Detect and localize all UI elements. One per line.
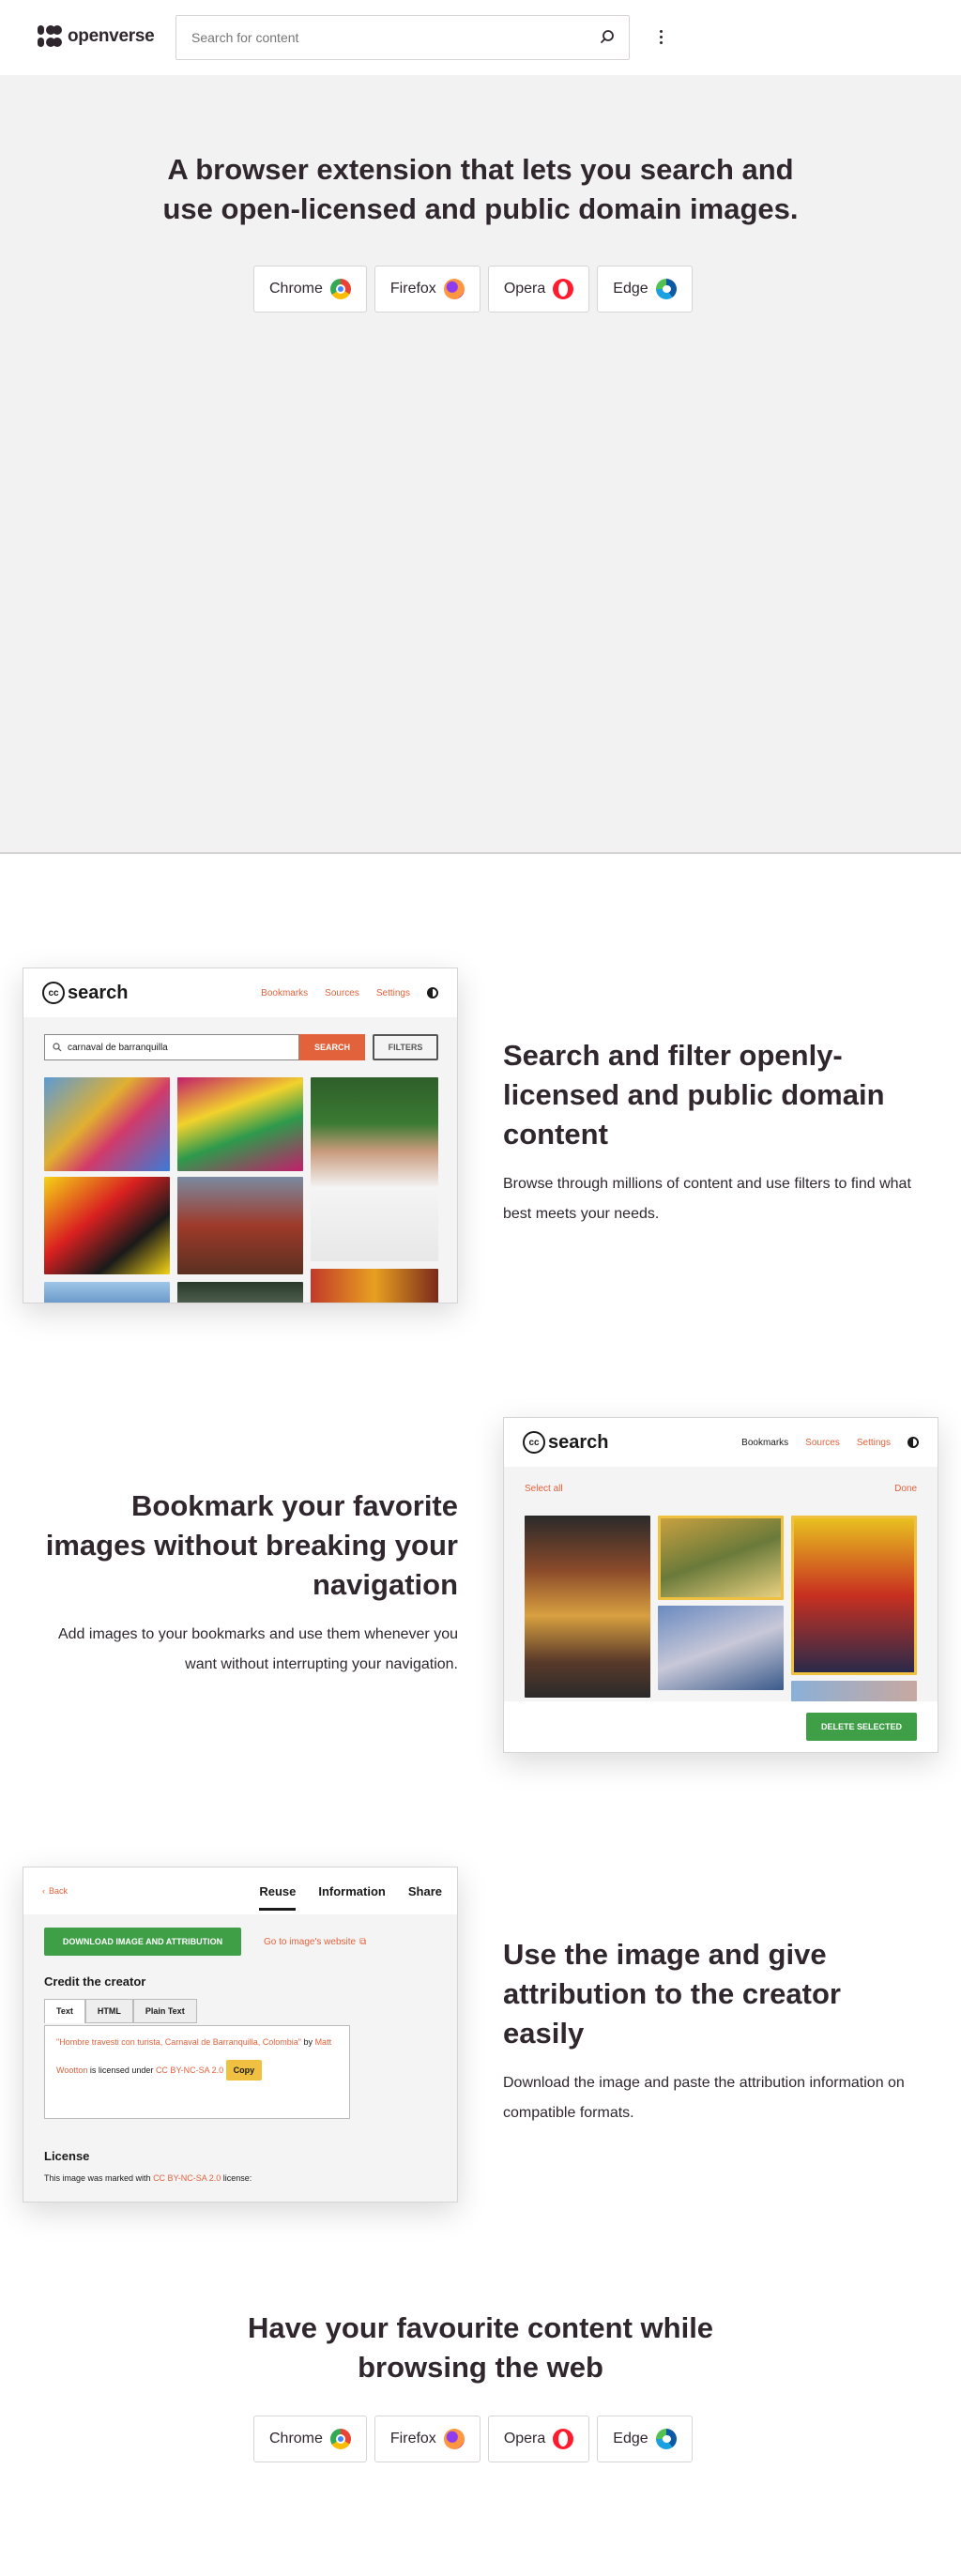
search-icon	[53, 1043, 62, 1052]
mock-credit-heading: Credit the creator	[44, 1974, 146, 1989]
chrome-button[interactable]: Chrome	[253, 2416, 367, 2462]
edge-icon	[655, 2429, 677, 2449]
feature-search: Search and filter openly- licensed and p…	[503, 1036, 935, 1229]
mock-nav-settings: Settings	[856, 1437, 891, 1448]
external-link-icon: ⧉	[359, 1937, 367, 1947]
mock-go-to-website: Go to image's website ⧉	[264, 1937, 367, 1947]
mock-nav-bookmarks: Bookmarks	[741, 1437, 789, 1448]
mock-attribution-box: "Hombre travesti con turista, Carnaval d…	[44, 2025, 350, 2119]
mock-download-button: DOWNLOAD IMAGE AND ATTRIBUTION	[44, 1928, 241, 1956]
opera-icon	[553, 279, 574, 299]
cc-search-logo: cc search	[523, 1431, 609, 1454]
mock-copy-button: Copy	[225, 2060, 263, 2081]
contrast-icon	[427, 987, 438, 998]
logo-text: openverse	[68, 26, 155, 46]
image-tile	[177, 1177, 303, 1274]
image-tile	[44, 1177, 170, 1274]
site-header: openverse	[0, 0, 961, 75]
cc-search-logo: cc search	[42, 982, 129, 1004]
search-bar	[175, 15, 630, 60]
feature-attribution-title: Use the image and give attribution to th…	[503, 1938, 841, 2050]
mock-search-button: SEARCH	[299, 1034, 365, 1060]
browser-buttons: Chrome Firefox Opera Edge	[253, 266, 693, 312]
firefox-icon	[443, 2429, 465, 2449]
opera-button[interactable]: Opera	[487, 266, 590, 312]
openverse-logo-icon	[38, 25, 62, 48]
feature-bookmark-description: Add images to your bookmarks and use the…	[57, 1626, 458, 1672]
mock-nav-sources: Sources	[325, 987, 359, 998]
mock-format-tab-html: HTML	[84, 1999, 133, 2023]
search-icon[interactable]	[597, 27, 618, 48]
feature-search-title: Search and filter openly- licensed and p…	[503, 1039, 885, 1151]
chevron-left-icon: ‹	[42, 1886, 45, 1896]
mock-format-tab-plain: Plain Text	[132, 1999, 197, 2023]
image-tile	[311, 1077, 438, 1261]
image-tile	[525, 1516, 650, 1698]
edge-icon	[655, 279, 677, 299]
firefox-button[interactable]: Firefox	[374, 266, 480, 312]
mock-license-heading: License	[44, 2149, 90, 2163]
image-tile	[177, 1077, 303, 1171]
firefox-icon	[443, 279, 465, 299]
image-tile	[44, 1282, 170, 1303]
hero-section: A browser extension that lets you search…	[0, 75, 961, 854]
search-input[interactable]	[176, 17, 571, 58]
search-preview-mockup: cc search Bookmarks Sources Settings car…	[23, 968, 458, 1303]
footer-title: Have your favourite content while browsi…	[247, 2311, 714, 2384]
feature-attribution: Use the image and give attribution to th…	[503, 1935, 935, 2128]
feature-bookmark-title: Bookmark your favorite images without br…	[45, 1489, 458, 1601]
mock-nav-bookmarks: Bookmarks	[261, 987, 309, 998]
more-vertical-icon[interactable]	[651, 23, 670, 51]
opera-icon	[553, 2429, 574, 2449]
image-tile	[791, 1516, 917, 1675]
mock-delete-selected-button: DELETE SELECTED	[806, 1713, 917, 1741]
chrome-icon	[329, 279, 351, 299]
firefox-button[interactable]: Firefox	[374, 2416, 480, 2462]
hero-title: A browser extension that lets you search…	[162, 153, 799, 225]
mock-back-link: ‹ Back	[42, 1886, 69, 1896]
bookmark-preview-mockup: cc search Bookmarks Sources Settings Sel…	[503, 1417, 938, 1753]
attribution-preview-mockup: ‹ Back Reuse Information Share DOWNLOAD …	[23, 1867, 458, 2203]
feature-bookmark: Bookmark your favorite images without br…	[19, 1486, 458, 1680]
edge-button[interactable]: Edge	[597, 2416, 693, 2462]
footer-browser-buttons: Chrome Firefox Opera Edge	[253, 2416, 693, 2462]
image-tile	[311, 1269, 438, 1303]
feature-search-description: Browse through millions of content and u…	[503, 1176, 911, 1222]
image-tile	[658, 1606, 784, 1690]
mock-nav-settings: Settings	[375, 987, 410, 998]
image-tile	[791, 1681, 917, 1701]
image-tile	[658, 1516, 784, 1600]
mock-tab-information: Information	[318, 1883, 386, 1898]
image-tile	[44, 1077, 170, 1171]
chrome-icon	[329, 2429, 351, 2449]
mock-select-all: Select all	[525, 1484, 563, 1494]
mock-search-field: carnaval de barranquilla	[44, 1034, 299, 1060]
image-tile	[177, 1282, 303, 1303]
feature-attribution-description: Download the image and paste the attribu…	[503, 2075, 905, 2121]
chrome-button[interactable]: Chrome	[253, 266, 367, 312]
mock-filters-button: FILTERS	[373, 1034, 438, 1060]
mock-format-tab-text: Text	[44, 1999, 85, 2023]
edge-button[interactable]: Edge	[597, 266, 693, 312]
opera-button[interactable]: Opera	[487, 2416, 590, 2462]
mock-nav-sources: Sources	[805, 1437, 840, 1448]
mock-tab-share: Share	[407, 1883, 442, 1898]
mock-license-text: This image was marked with CC BY-NC-SA 2…	[44, 2173, 252, 2183]
contrast-icon	[908, 1437, 919, 1448]
openverse-logo[interactable]: openverse	[38, 25, 155, 48]
mock-done: Done	[894, 1484, 917, 1494]
mock-tab-reuse: Reuse	[259, 1871, 297, 1911]
